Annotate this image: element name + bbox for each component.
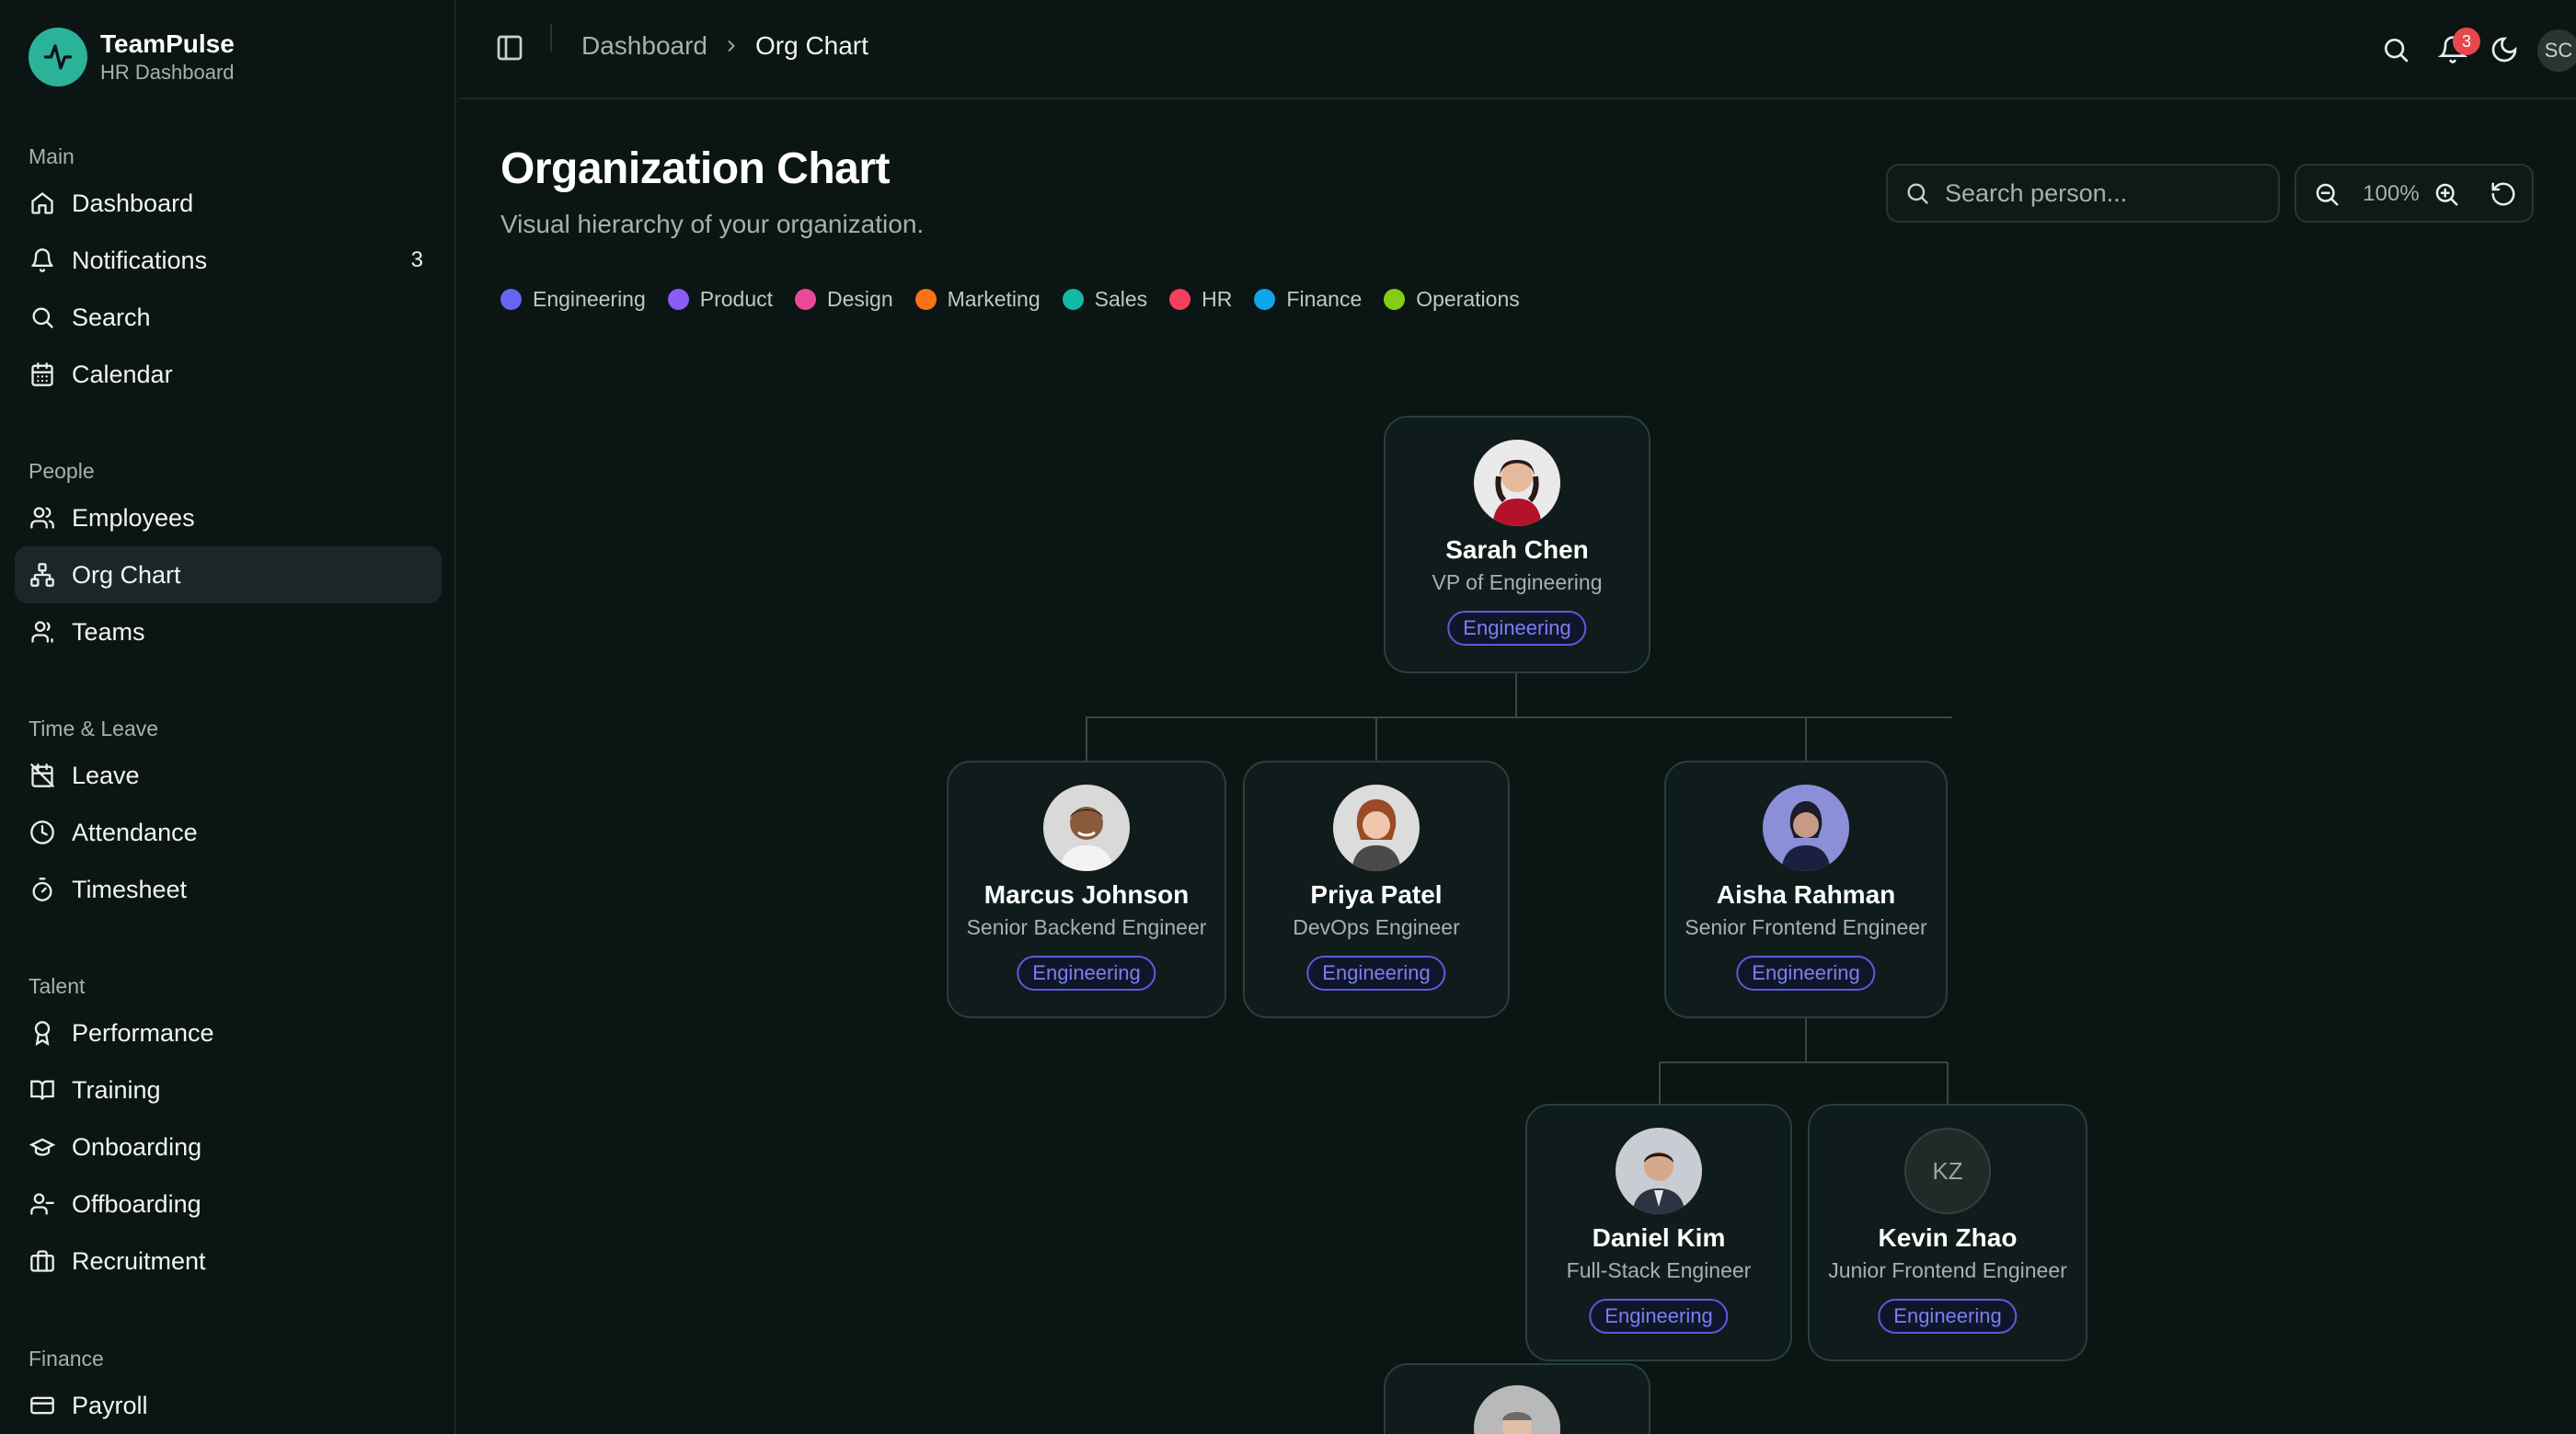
org-card-partial[interactable] (1384, 1363, 1650, 1434)
person-name: Marcus Johnson (983, 880, 1190, 909)
person-role: Senior Frontend Engineer (1685, 915, 1927, 939)
org-card-sarah-chen[interactable]: Sarah Chen VP of Engineering Engineering (1384, 416, 1650, 673)
org-card-priya-patel[interactable]: Priya Patel DevOps Engineer Engineering (1243, 761, 1510, 1018)
department-badge: Engineering (1017, 956, 1156, 991)
department-badge: Engineering (1447, 611, 1587, 646)
org-card-kevin-zhao[interactable]: KZ Kevin Zhao Junior Frontend Engineer E… (1808, 1104, 2087, 1361)
person-role: Full-Stack Engineer (1566, 1258, 1752, 1282)
person-name: Aisha Rahman (1716, 880, 1896, 909)
avatar (1043, 785, 1130, 871)
person-name: Sarah Chen (1445, 535, 1589, 564)
avatar (1616, 1128, 1702, 1214)
person-role: VP of Engineering (1432, 570, 1603, 594)
avatar (1333, 785, 1420, 871)
person-name: Priya Patel (1310, 880, 1443, 909)
org-card-marcus-johnson[interactable]: Marcus Johnson Senior Backend Engineer E… (947, 761, 1226, 1018)
person-name: Kevin Zhao (1878, 1223, 2018, 1252)
person-name: Daniel Kim (1592, 1223, 1726, 1252)
department-badge: Engineering (1736, 956, 1876, 991)
person-role: Junior Frontend Engineer (1828, 1258, 2067, 1282)
department-badge: Engineering (1306, 956, 1446, 991)
avatar (1474, 1385, 1560, 1434)
avatar (1763, 785, 1849, 871)
person-role: Senior Backend Engineer (966, 915, 1207, 939)
department-badge: Engineering (1589, 1299, 1729, 1334)
org-chart-connectors (1086, 672, 1952, 1104)
person-role: DevOps Engineer (1293, 915, 1460, 939)
avatar (1474, 440, 1560, 526)
org-card-aisha-rahman[interactable]: Aisha Rahman Senior Frontend Engineer En… (1664, 761, 1948, 1018)
avatar-initials: KZ (1904, 1128, 1991, 1214)
org-card-daniel-kim[interactable]: Daniel Kim Full-Stack Engineer Engineeri… (1525, 1104, 1792, 1361)
department-badge: Engineering (1878, 1299, 2018, 1334)
